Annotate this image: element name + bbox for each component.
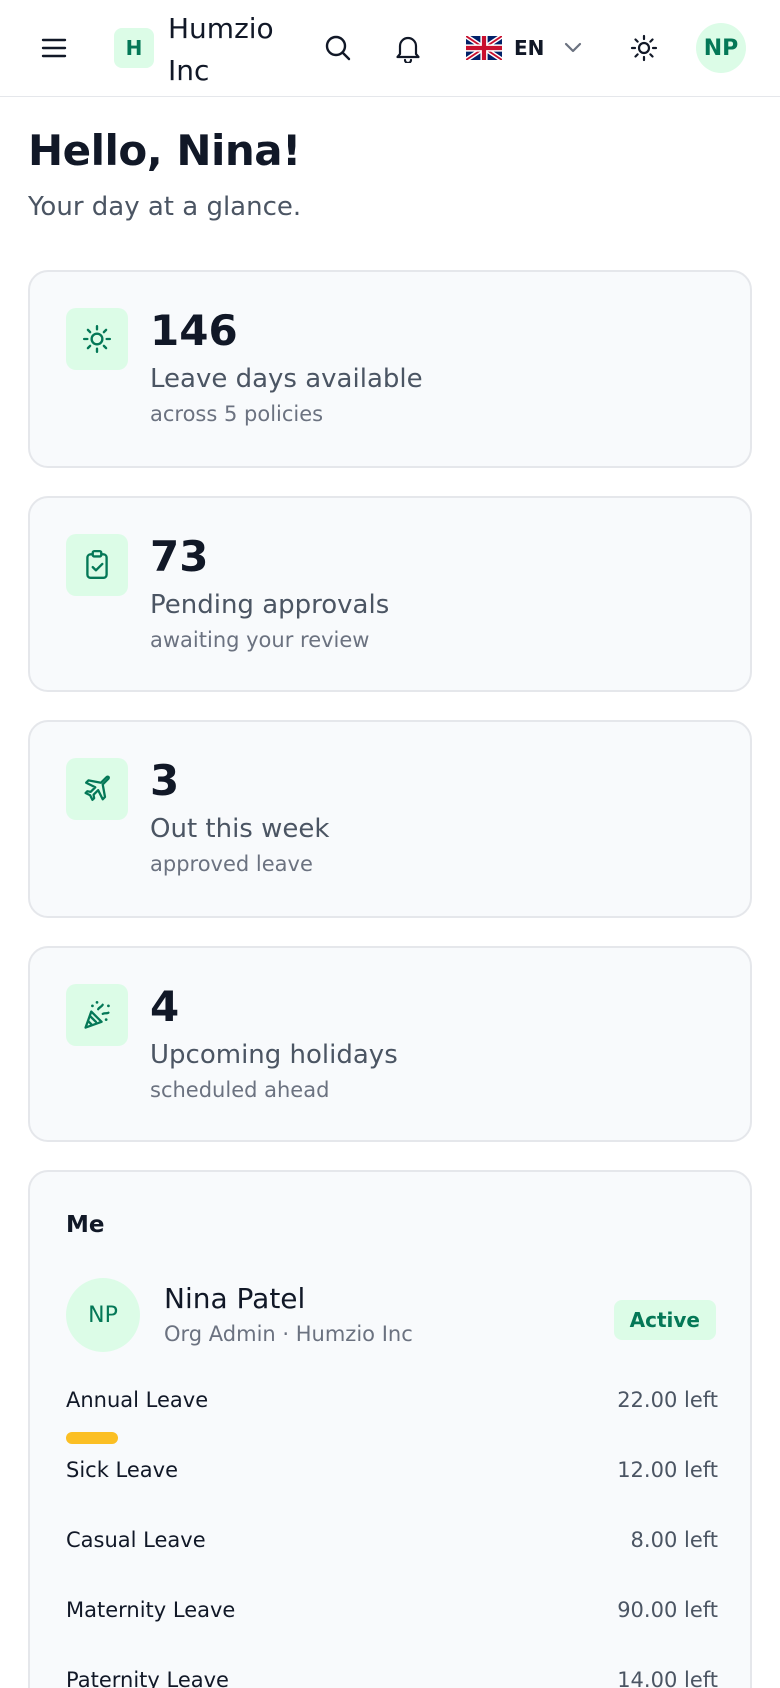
stat-label: Out this week <box>150 814 330 844</box>
leave-balance-row: Casual Leave 8.00 left <box>66 1522 718 1562</box>
employee-name[interactable]: Nina Patel <box>164 1282 305 1315</box>
leave-type-name: Casual Leave <box>66 1528 206 1552</box>
chevron-down-icon <box>565 42 582 53</box>
page-subtitle: Your day at a glance. <box>28 192 302 222</box>
stat-label: Upcoming holidays <box>150 1040 398 1070</box>
search-button[interactable] <box>314 24 362 72</box>
employee-role: Org Admin · Humzio Inc <box>164 1322 413 1346</box>
leave-balance-row: Sick Leave 12.00 left <box>66 1452 718 1492</box>
menu-button[interactable] <box>30 24 78 72</box>
stat-caption: approved leave <box>150 852 313 876</box>
stat-value: 4 <box>150 982 180 1031</box>
menu-icon <box>41 38 67 58</box>
language-selector[interactable]: EN <box>460 26 590 70</box>
clipboard-check-icon <box>86 549 108 579</box>
stat-icon-wrapper <box>66 984 128 1046</box>
leave-type-name: Paternity Leave <box>66 1668 229 1688</box>
avatar[interactable]: NP <box>66 1278 140 1352</box>
leave-remaining: 90.00 left <box>617 1598 718 1622</box>
stat-card-upcoming-holidays[interactable]: 4 Upcoming holidays scheduled ahead <box>28 946 752 1142</box>
sun-icon <box>630 34 658 62</box>
leave-type-name: Sick Leave <box>66 1458 179 1482</box>
page-title: Hello, Nina! <box>28 126 301 175</box>
uk-flag-icon <box>466 36 502 60</box>
me-card: Me NP Nina Patel Org Admin · Humzio Inc … <box>28 1170 752 1688</box>
language-code: EN <box>514 36 545 60</box>
stat-card-leave-days[interactable]: 146 Leave days available across 5 polici… <box>28 270 752 468</box>
leave-type-name: Maternity Leave <box>66 1598 236 1622</box>
bell-icon <box>396 36 420 63</box>
stat-caption: scheduled ahead <box>150 1078 330 1102</box>
theme-toggle-button[interactable] <box>620 24 668 72</box>
sun-icon <box>82 324 112 354</box>
stat-icon-wrapper <box>66 534 128 596</box>
stat-caption: awaiting your review <box>150 628 370 652</box>
brand-logo[interactable]: H <box>114 28 154 68</box>
stat-card-pending-approvals[interactable]: 73 Pending approvals awaiting your revie… <box>28 496 752 692</box>
stat-label: Leave days available <box>150 364 423 394</box>
stat-card-out-this-week[interactable]: 3 Out this week approved leave <box>28 720 752 918</box>
plane-icon <box>84 775 110 801</box>
status-badge: Active <box>613 1300 716 1340</box>
leave-balance-row: Paternity Leave 14.00 left <box>66 1662 718 1688</box>
stat-caption: across 5 policies <box>150 402 324 426</box>
stat-value: 3 <box>150 756 180 805</box>
leave-remaining: 14.00 left <box>617 1668 718 1688</box>
top-bar: H Humzio Inc EN NP <box>0 0 780 97</box>
leave-remaining: 12.00 left <box>617 1458 718 1482</box>
stat-value: 73 <box>150 532 209 581</box>
notifications-button[interactable] <box>384 24 432 72</box>
leave-type-name: Annual Leave <box>66 1388 209 1412</box>
stat-value: 146 <box>150 306 238 355</box>
leave-balance-row: Maternity Leave 90.00 left <box>66 1592 718 1632</box>
me-card-title: Me <box>66 1212 105 1238</box>
leave-usage-bar <box>66 1432 118 1444</box>
stat-label: Pending approvals <box>150 590 390 620</box>
user-avatar[interactable]: NP <box>696 23 746 73</box>
leave-remaining: 8.00 left <box>630 1528 718 1552</box>
stat-icon-wrapper <box>66 758 128 820</box>
leave-balance-row: Annual Leave 22.00 left <box>66 1382 718 1444</box>
stat-icon-wrapper <box>66 308 128 370</box>
party-popper-icon <box>84 1001 110 1029</box>
brand-name[interactable]: Humzio Inc <box>168 8 298 92</box>
search-icon <box>325 35 351 61</box>
leave-remaining: 22.00 left <box>617 1388 718 1412</box>
